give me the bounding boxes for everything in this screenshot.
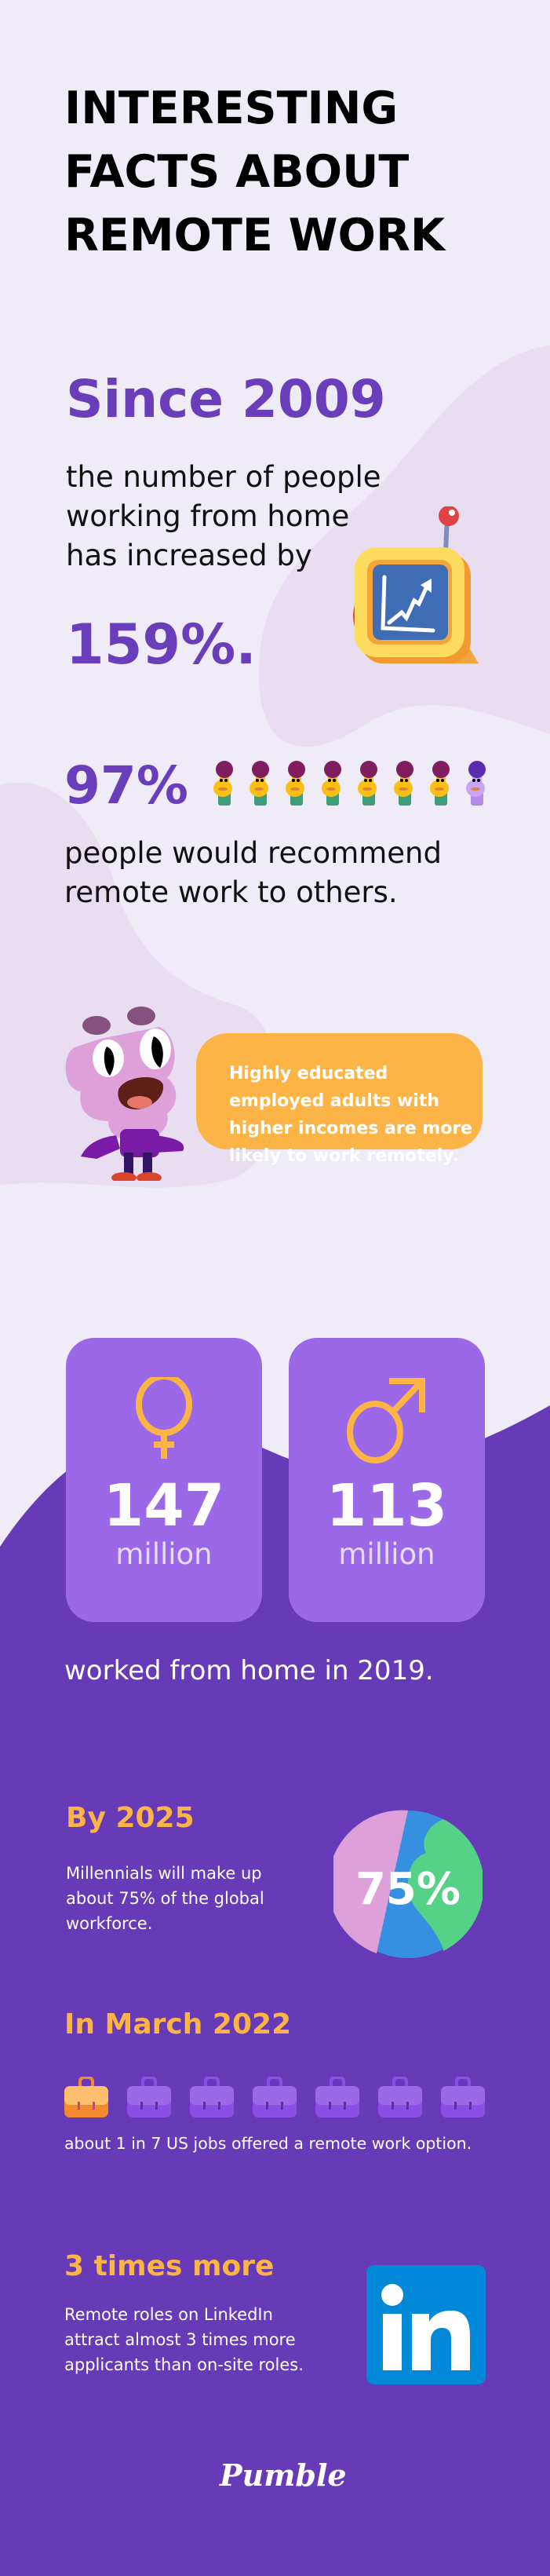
- page-title: INTERESTING FACTS ABOUT REMOTE WORK: [64, 77, 504, 268]
- male-count: 113: [326, 1472, 448, 1540]
- person-icon-highlighted: [322, 761, 341, 806]
- recommend-value: 97%: [64, 755, 188, 816]
- millennials-heading: By 2025: [66, 1802, 195, 1834]
- millennials-line: workforce.: [66, 1914, 153, 1933]
- male-count-unit: million: [338, 1537, 435, 1571]
- briefcase-icon-highlighted: [64, 2077, 108, 2117]
- linkedin-line: Remote roles on LinkedIn: [64, 2305, 273, 2324]
- title-line: REMOTE WORK: [64, 210, 446, 261]
- bubble-line: Highly educated: [229, 1064, 388, 1083]
- globe-share-icon: 75%: [333, 1810, 483, 1958]
- briefcase-icon: [378, 2077, 422, 2117]
- briefcase-icon: [190, 2077, 234, 2117]
- millennials-line: about 75% of the global: [66, 1889, 264, 1908]
- female-count: 147: [103, 1472, 225, 1540]
- millennials-line: Millennials will make up: [66, 1864, 262, 1883]
- briefcase-icon: [127, 2077, 171, 2117]
- jobs-caption: about 1 in 7 US jobs offered a remote wo…: [64, 2134, 472, 2153]
- recommend-line: people would recommend: [64, 836, 442, 870]
- bubble-line: employed adults with: [229, 1091, 440, 1111]
- female-symbol-icon: [136, 1377, 192, 1459]
- monster-character-illustration: [65, 1007, 184, 1181]
- briefcase-icon: [315, 2077, 359, 2117]
- person-icon-highlighted: [358, 761, 377, 806]
- title-line: INTERESTING: [64, 82, 399, 134]
- gender-caption: worked from home in 2019.: [64, 1655, 434, 1686]
- female-stat-card: 147 million: [66, 1338, 262, 1622]
- person-icon-highlighted: [394, 761, 413, 806]
- people-icon-row: [210, 760, 490, 807]
- millennials-description: Millennials will make up about 75% of th…: [66, 1861, 301, 1936]
- bubble-line: likely to work remotely.: [229, 1146, 459, 1166]
- person-icon-highlighted: [286, 761, 305, 806]
- linkedin-line: applicants than on-site roles.: [64, 2355, 304, 2374]
- person-icon-highlighted: [213, 761, 233, 806]
- title-line: FACTS ABOUT: [64, 146, 410, 198]
- growth-heading: Since 2009: [66, 369, 386, 429]
- person-icon: [466, 761, 486, 806]
- growth-value: 159%.: [66, 612, 257, 677]
- briefcase-icon-row: [64, 2077, 485, 2117]
- briefcase-icon: [253, 2077, 297, 2117]
- linkedin-description: Remote roles on LinkedIn attract almost …: [64, 2302, 347, 2377]
- linkedin-logo-icon: [366, 2265, 486, 2384]
- education-description: Highly educated employed adults with hig…: [229, 1060, 480, 1170]
- growth-line: the number of people: [66, 460, 381, 494]
- person-icon-highlighted: [430, 761, 450, 806]
- jobs-heading: In March 2022: [64, 2008, 292, 2041]
- male-symbol-icon: [347, 1378, 425, 1463]
- male-stat-card: 113 million: [289, 1338, 485, 1622]
- female-count-unit: million: [115, 1537, 213, 1571]
- recommend-line: remote work to others.: [64, 875, 398, 909]
- globe-label: 75%: [355, 1864, 461, 1915]
- linkedin-heading: 3 times more: [64, 2250, 275, 2282]
- recommend-description: people would recommend remote work to ot…: [64, 834, 472, 912]
- bubble-line: higher incomes are more: [229, 1119, 473, 1138]
- linkedin-line: attract almost 3 times more: [64, 2330, 296, 2349]
- person-icon-highlighted: [250, 761, 269, 806]
- rising-chart-icon: [353, 506, 479, 663]
- briefcase-icon: [441, 2077, 485, 2117]
- pumble-logo[interactable]: Pumble: [220, 2457, 347, 2493]
